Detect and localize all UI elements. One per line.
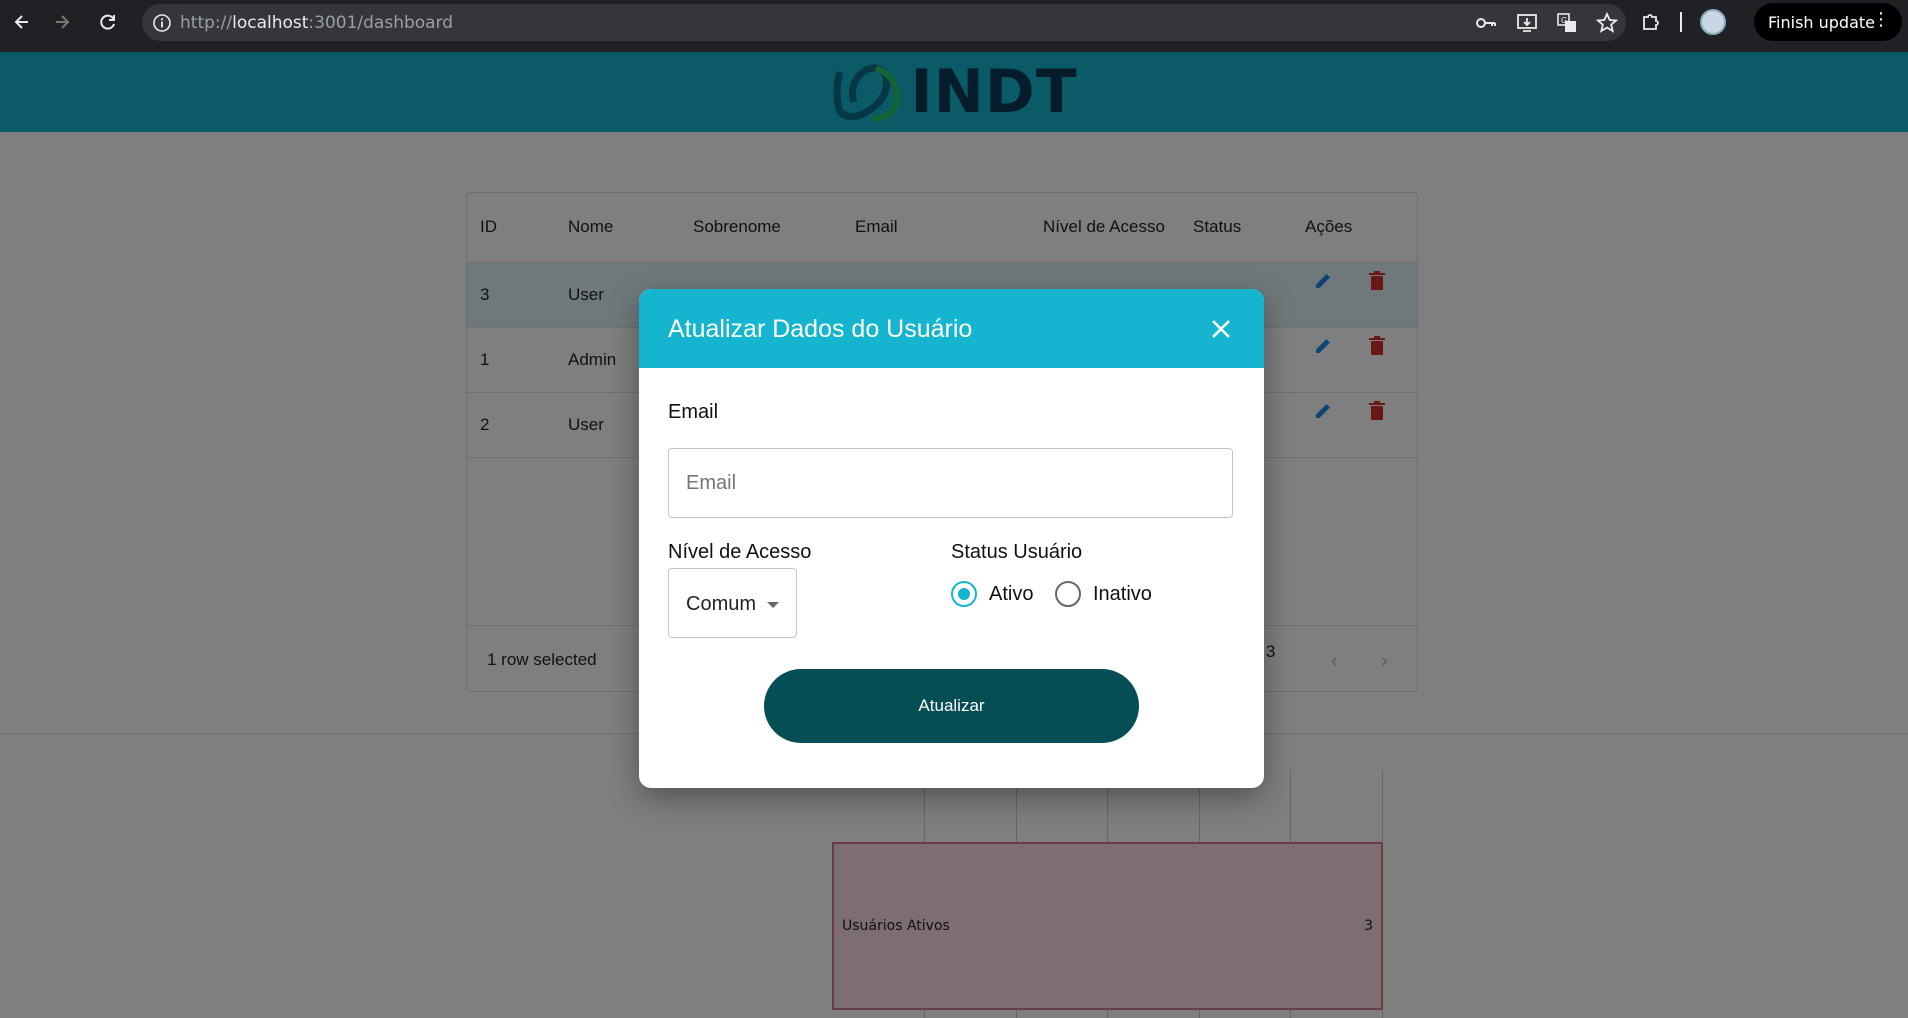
bookmark-star-icon[interactable] [1596,11,1618,34]
access-level-value: Comum [686,593,757,615]
radio-label: Ativo [989,582,1034,605]
modal-header: Atualizar Dados do Usuário [639,289,1264,368]
svg-text:G: G [1561,16,1567,25]
browser-toolbar: http://localhost:3001/dashboard G Finish… [0,0,1908,52]
access-level-label: Nível de Acesso [668,541,812,563]
back-arrow-icon [14,15,28,29]
translate-icon[interactable]: G [1556,12,1578,34]
toolbar-divider [1680,12,1682,32]
update-user-modal: Atualizar Dados do Usuário Email Nível d… [639,289,1264,788]
finish-update-button[interactable]: Finish update ⋮ [1754,3,1902,41]
reload-icon [100,14,115,30]
access-level-select[interactable]: Comum [668,568,797,638]
more-menu-icon[interactable]: ⋮ [1872,11,1890,29]
address-bar[interactable]: http://localhost:3001/dashboard G [142,4,1626,41]
forward-button[interactable] [40,0,84,44]
avatar[interactable] [1700,9,1726,35]
status-radio-ativo[interactable]: Ativo [951,581,1033,607]
url-host: localhost [232,12,309,33]
update-button[interactable]: Atualizar [764,669,1139,743]
finish-update-label: Finish update [1768,12,1876,32]
email-label: Email [668,401,719,423]
radio-checked-icon[interactable] [951,581,977,607]
url-path: :3001/dashboard [308,12,454,33]
reload-button[interactable] [86,0,130,44]
email-field[interactable] [668,448,1233,518]
close-icon[interactable] [1205,313,1237,345]
site-info-icon[interactable] [152,13,172,33]
modal-title: Atualizar Dados do Usuário [668,315,973,343]
status-radio-inativo[interactable]: Inativo [1055,581,1152,607]
status-label: Status Usuário [951,541,1083,563]
radio-unchecked-icon[interactable] [1055,581,1081,607]
extensions-puzzle-icon[interactable] [1640,11,1662,33]
back-button[interactable] [0,0,44,44]
radio-label: Inativo [1093,582,1152,605]
forward-arrow-icon [56,15,70,29]
url-text[interactable]: http://localhost:3001/dashboard [180,13,453,33]
password-key-icon[interactable] [1474,13,1498,33]
url-scheme: http:// [180,12,233,33]
chevron-down-icon [767,602,779,608]
install-app-icon[interactable] [1516,13,1538,33]
